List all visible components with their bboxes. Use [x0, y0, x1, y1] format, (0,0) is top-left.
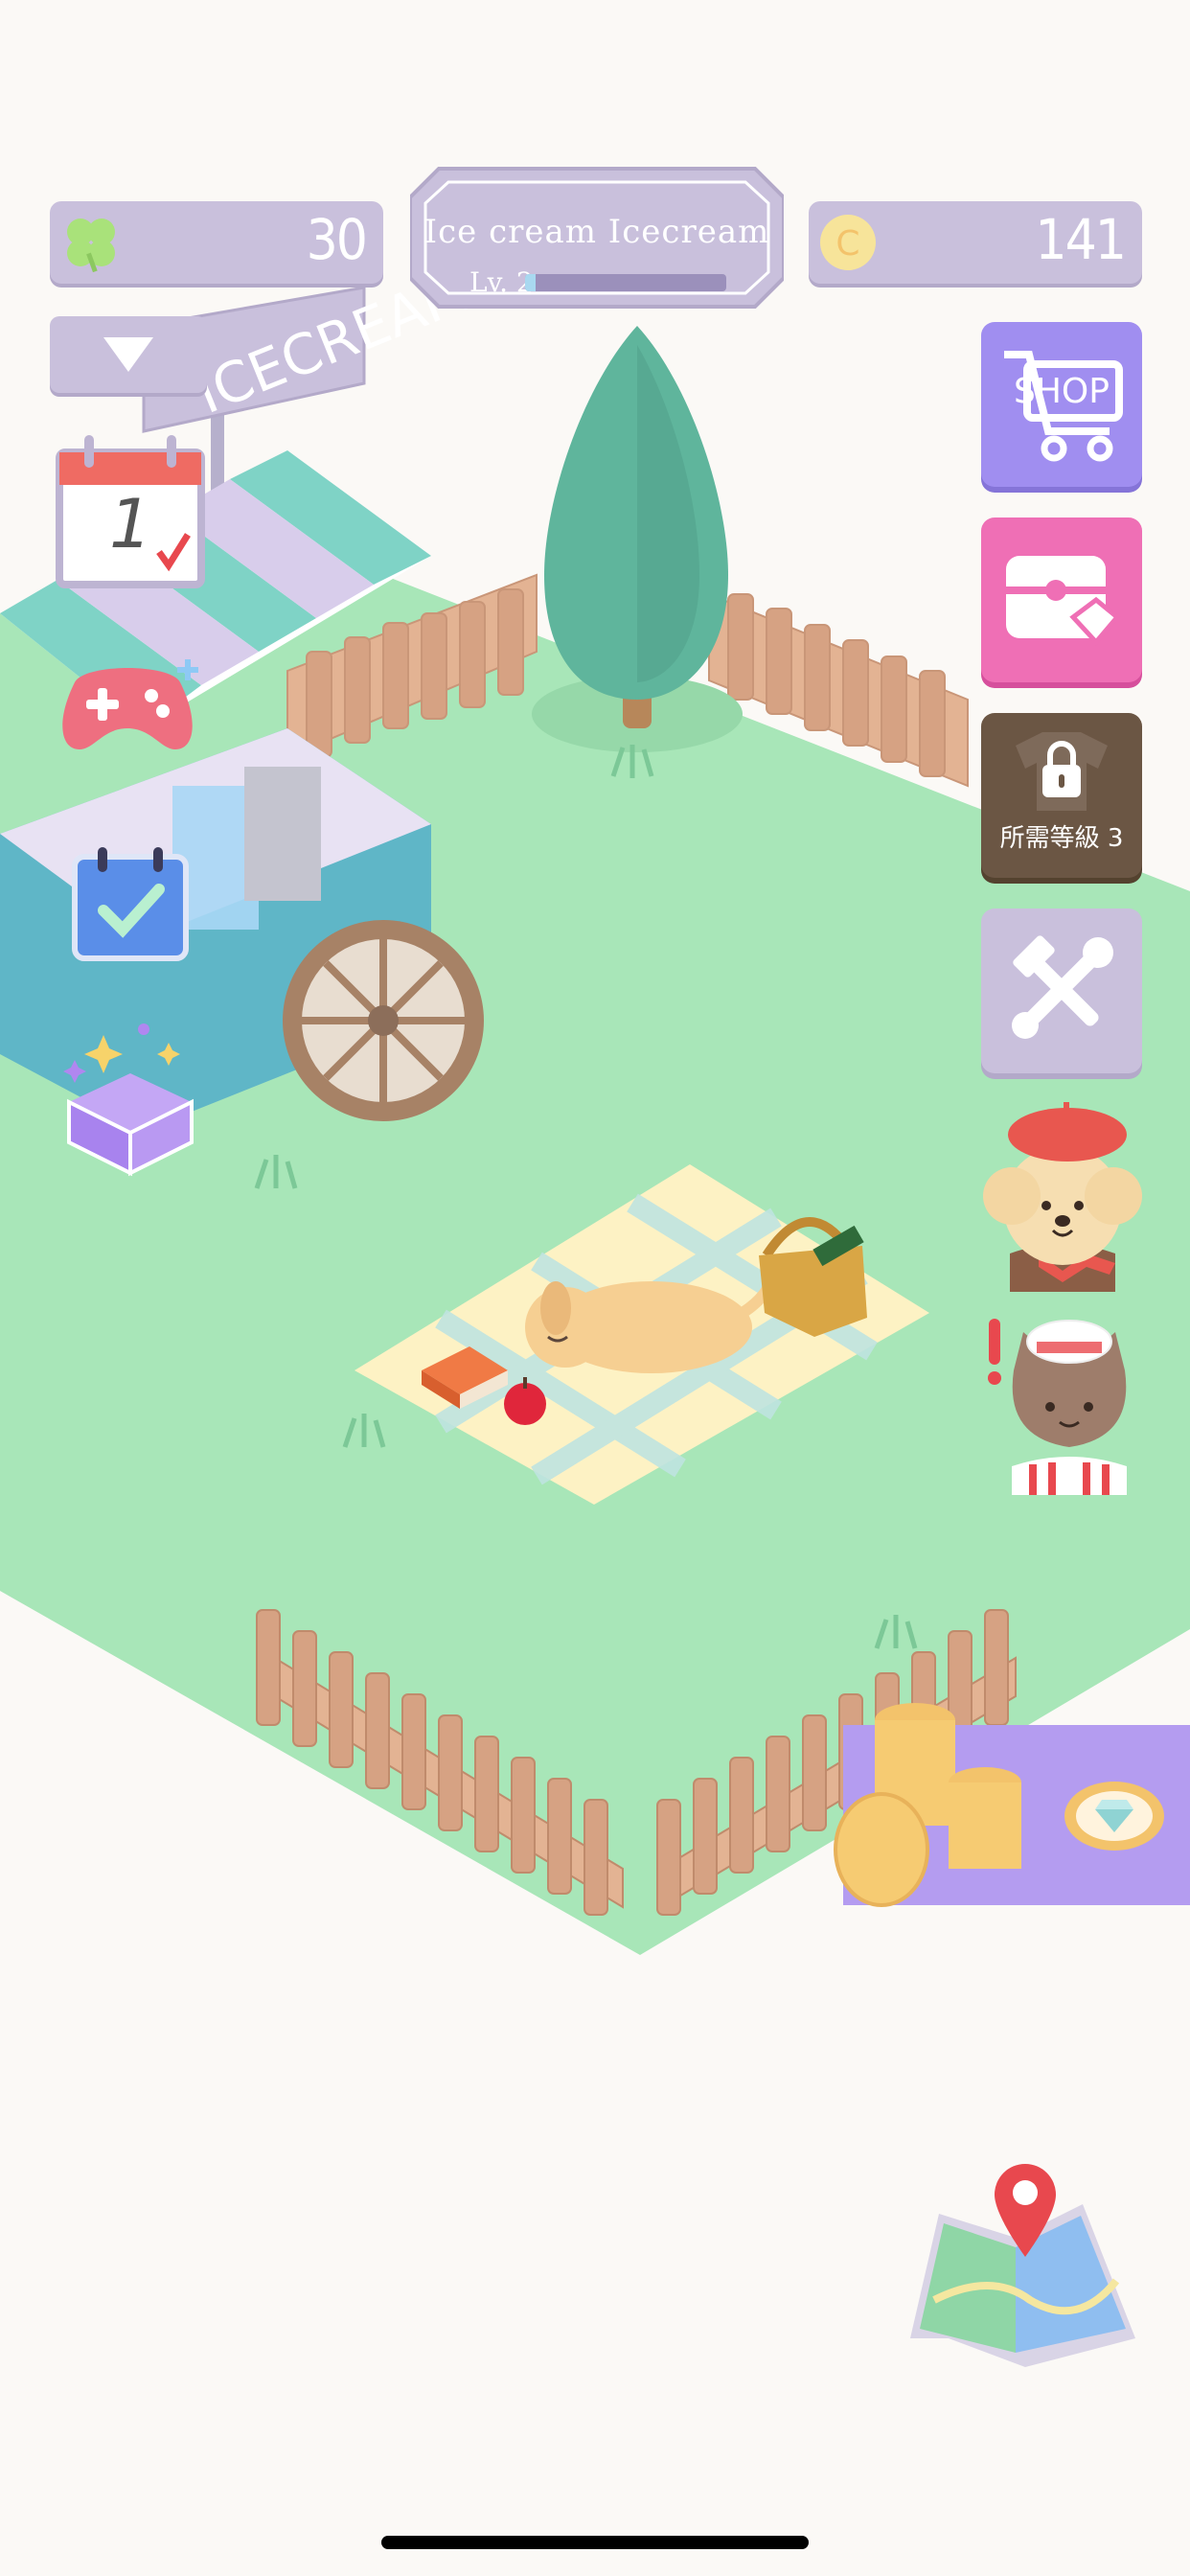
poodle-character-icon — [983, 1102, 1142, 1292]
shop-label: SHOP — [1014, 372, 1110, 411]
poodle-character-button[interactable] — [972, 1100, 1154, 1292]
locked-label: 所需等級 3 — [999, 824, 1124, 853]
gamepad-icon — [62, 659, 198, 749]
coin-collect-button[interactable] — [834, 1703, 1190, 1907]
daily-calendar-button[interactable]: 1 — [56, 429, 205, 588]
level-progress-bar — [525, 274, 726, 291]
clover-count: 30 — [306, 207, 368, 272]
build-tools-button[interactable] — [981, 908, 1142, 1073]
checklist-icon — [72, 847, 189, 961]
coin-count: 141 — [1035, 207, 1127, 272]
cart-wheel — [283, 920, 484, 1121]
shop-button[interactable]: SHOP — [981, 322, 1142, 487]
map-button[interactable] — [910, 2164, 1135, 2367]
shop-title: Ice cream Icecream — [423, 213, 770, 251]
tree — [532, 326, 743, 752]
treasure-chest-icon — [1006, 556, 1121, 646]
clover-counter[interactable]: 30 — [50, 201, 383, 284]
shop-title-plate[interactable]: Ice cream Icecream Lv. 2 — [410, 165, 784, 310]
collapse-menu-button[interactable] — [50, 316, 207, 393]
home-indicator — [381, 2536, 809, 2549]
treasure-chest-button[interactable] — [981, 518, 1142, 682]
tasks-button[interactable] — [71, 843, 190, 962]
diamond-icon — [1064, 1782, 1164, 1851]
coin-icon: C — [820, 215, 876, 270]
chef-cat-character-button[interactable] — [987, 1303, 1150, 1495]
coin-counter[interactable]: C 141 — [809, 201, 1142, 284]
locked-feature-button[interactable]: 所需等級 3 — [981, 713, 1142, 878]
svg-text:C: C — [835, 224, 859, 264]
hammer-wrench-icon — [1012, 935, 1113, 1039]
minigame-button[interactable] — [56, 654, 205, 759]
lock-icon — [1016, 732, 1108, 811]
chef-cat-character-icon — [988, 1319, 1127, 1495]
level-progress-fill — [525, 274, 536, 291]
level-label: Lv. 2 — [469, 266, 534, 298]
calendar-day: 1 — [109, 485, 152, 564]
four-leaf-clover-icon — [67, 218, 115, 273]
triangle-down-icon — [103, 337, 153, 372]
sparkle-box-icon — [63, 1024, 194, 1177]
gift-box-button[interactable] — [56, 1016, 205, 1179]
